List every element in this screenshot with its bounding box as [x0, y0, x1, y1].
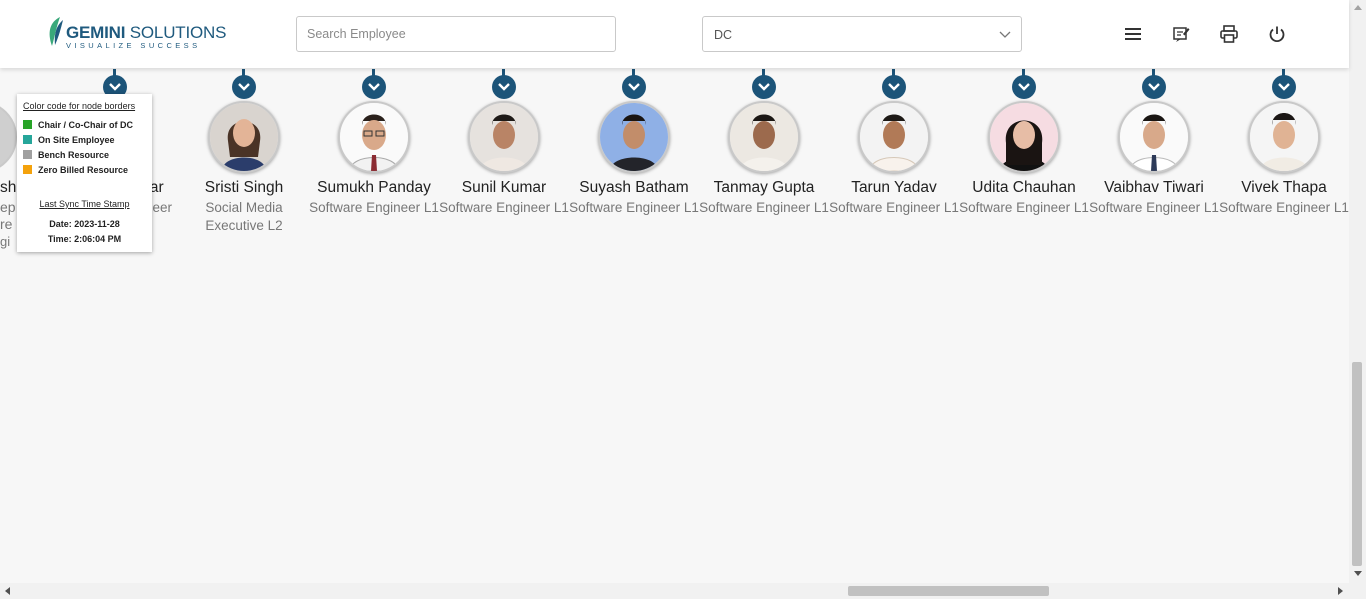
partial-avatar — [0, 101, 17, 173]
scroll-right-icon[interactable] — [1338, 587, 1343, 595]
chevron-down-icon — [1018, 83, 1030, 91]
expand-toggle[interactable] — [232, 75, 256, 99]
employee-name: Sumukh Panday — [317, 179, 431, 196]
chevron-down-icon — [238, 83, 250, 91]
menu-button[interactable] — [1123, 24, 1143, 44]
employee-role: Social Media Executive L2 — [205, 200, 283, 233]
person-photo-icon — [340, 103, 408, 171]
notes-button[interactable] — [1171, 24, 1191, 44]
partial-fragment: sh — [0, 179, 17, 196]
logo-name: GEMINI SOLUTIONS — [66, 23, 227, 42]
chevron-down-icon — [498, 83, 510, 91]
sync-date: Date: 2023-11-28 — [49, 219, 120, 229]
employee-avatar[interactable] — [858, 101, 930, 173]
employee-role: Software Engineer L1 — [309, 200, 439, 215]
person-photo-icon — [1250, 103, 1318, 171]
department-select-value: DC — [714, 28, 733, 42]
employee-role: Software Engineer L1 — [1089, 200, 1219, 215]
employee-role: Software Engineer L1 — [699, 200, 829, 215]
expand-toggle[interactable] — [1272, 75, 1296, 99]
employee-name: Udita Chauhan — [972, 179, 1076, 196]
vertical-scroll-thumb[interactable] — [1352, 362, 1362, 566]
employee-avatar[interactable] — [468, 101, 540, 173]
employee-name: Vivek Thapa — [1241, 179, 1327, 196]
vertical-scrollbar[interactable] — [1349, 0, 1366, 583]
legend-item: Zero Billed Resource — [23, 165, 128, 177]
employee-role: Software Engineer L1 — [959, 200, 1089, 215]
employee-name: Sunil Kumar — [461, 179, 547, 196]
notes-icon — [1173, 27, 1190, 42]
person-photo-icon — [600, 103, 668, 171]
employee-name: Tanmay Gupta — [713, 179, 815, 196]
person-photo-icon — [730, 103, 798, 171]
chevron-down-icon — [758, 83, 770, 91]
menu-icon — [1125, 28, 1141, 40]
chevron-down-icon — [368, 83, 380, 91]
expand-toggle[interactable] — [492, 75, 516, 99]
person-photo-icon — [210, 103, 278, 171]
sync-time: Time: 2:06:04 PM — [47, 234, 122, 244]
chevron-down-icon — [109, 83, 121, 91]
employee-avatar[interactable] — [1248, 101, 1320, 173]
chevron-down-icon — [628, 83, 640, 91]
legend-swatch — [23, 120, 32, 129]
person-photo-icon — [860, 103, 928, 171]
legend-swatch — [23, 135, 32, 144]
employee-avatar[interactable] — [728, 101, 800, 173]
partial-node-left: sh ep re gi — [0, 100, 17, 260]
sync-title: Last Sync Time Stamp — [39, 199, 130, 209]
employee-avatar[interactable] — [208, 101, 280, 173]
logo-leaf-icon — [49, 17, 63, 46]
app-header: GEMINI SOLUTIONS VISUALIZE SUCCESS DC — [0, 0, 1349, 68]
legend-item: Chair / Co-Chair of DC — [23, 120, 133, 132]
scroll-left-icon[interactable] — [5, 587, 10, 595]
legend-item: On Site Employee — [23, 135, 115, 147]
employee-role: Software Engineer L1 — [569, 200, 699, 215]
partial-fragment: ep — [0, 199, 16, 215]
print-icon — [1220, 25, 1238, 43]
print-button[interactable] — [1219, 24, 1239, 44]
department-select[interactable]: DC — [702, 16, 1022, 52]
expand-toggle[interactable] — [752, 75, 776, 99]
employee-avatar[interactable] — [598, 101, 670, 173]
power-icon — [1269, 26, 1285, 43]
employee-name: Sristi Singh — [204, 179, 284, 196]
expand-toggle[interactable] — [622, 75, 646, 99]
expand-toggle[interactable] — [1012, 75, 1036, 99]
company-logo[interactable]: GEMINI SOLUTIONS VISUALIZE SUCCESS — [46, 16, 226, 52]
expand-toggle[interactable] — [1142, 75, 1166, 99]
employee-role: Software Engineer L1 — [439, 200, 569, 215]
employee-avatar[interactable] — [1118, 101, 1190, 173]
employee-name: Vaibhav Tiwari — [1104, 179, 1204, 196]
employee-avatar[interactable] — [988, 101, 1060, 173]
horizontal-scrollbar[interactable] — [0, 583, 1366, 599]
expand-toggle[interactable] — [362, 75, 386, 99]
scroll-down-icon[interactable] — [1354, 571, 1362, 576]
chevron-down-icon — [1278, 83, 1290, 91]
employee-avatar[interactable] — [338, 101, 410, 173]
scroll-up-icon[interactable] — [1354, 5, 1362, 10]
logout-button[interactable] — [1267, 24, 1287, 44]
chevron-down-icon — [999, 31, 1011, 38]
employee-role: Software Engineer L1 — [1219, 200, 1349, 215]
partial-fragment: re — [0, 216, 13, 232]
legend-panel: Color code for node borders Chair / Co-C… — [17, 94, 152, 252]
person-photo-icon — [990, 103, 1058, 171]
person-photo-icon — [1120, 103, 1188, 171]
legend-swatch — [23, 165, 32, 174]
expand-toggle[interactable] — [882, 75, 906, 99]
employee-name: Suyash Batham — [579, 179, 689, 196]
person-photo-icon — [470, 103, 538, 171]
logo-tagline: VISUALIZE SUCCESS — [66, 41, 201, 50]
partial-fragment: gi — [0, 234, 11, 249]
search-employee-input[interactable] — [296, 16, 616, 52]
horizontal-scroll-thumb[interactable] — [848, 586, 1049, 596]
chevron-down-icon — [1148, 83, 1160, 91]
legend-title: Color code for node borders — [23, 101, 136, 111]
chevron-down-icon — [888, 83, 900, 91]
employee-role: Software Engineer L1 — [829, 200, 959, 215]
legend-swatch — [23, 150, 32, 159]
legend-item: Bench Resource — [23, 150, 109, 162]
employee-name: Tarun Yadav — [851, 179, 937, 196]
